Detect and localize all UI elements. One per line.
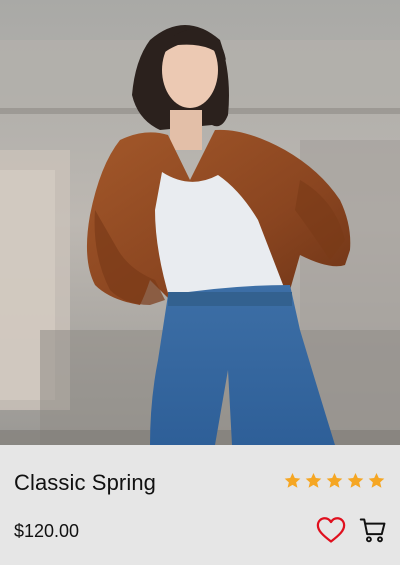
heart-outline-icon (316, 517, 346, 543)
product-info: Classic Spring $120.00 (0, 445, 400, 565)
star-icon (347, 472, 364, 488)
add-to-cart-button[interactable] (358, 515, 388, 545)
favorite-button[interactable] (316, 515, 346, 545)
product-image[interactable] (0, 0, 400, 445)
product-price: $120.00 (14, 521, 80, 541)
star-icon (326, 472, 343, 488)
star-icon (284, 472, 301, 488)
star-icon (368, 472, 385, 488)
product-card[interactable]: Classic Spring $120.00 (0, 0, 400, 565)
rating-stars (283, 471, 386, 490)
product-title: Classic Spring (14, 470, 157, 495)
product-actions (316, 515, 388, 545)
shopping-cart-icon (359, 518, 386, 543)
star-icon (305, 472, 322, 488)
